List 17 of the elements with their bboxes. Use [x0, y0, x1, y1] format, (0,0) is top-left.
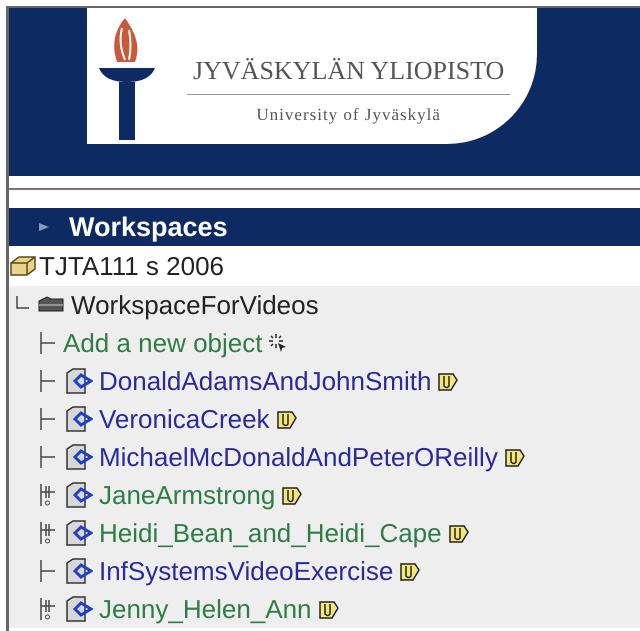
tree-node[interactable]: TJTA111 s 2006	[39, 250, 224, 282]
triangle-icon	[39, 222, 49, 232]
tree-node[interactable]: DonaldAdamsAndJohnSmith	[99, 366, 432, 396]
tree-node[interactable]: InfSystemsVideoExercise	[99, 556, 394, 586]
add-object-link[interactable]: Add a new object	[63, 328, 262, 358]
package-icon	[9, 255, 37, 277]
university-name: JYVÄSKYLÄN YLIOPISTO	[187, 56, 510, 95]
tree-node[interactable]: VeronicaCreek	[99, 404, 270, 434]
sparkle-icon	[268, 333, 288, 353]
tree-node[interactable]: MichaelMcDonaldAndPeterOReilly	[99, 442, 498, 472]
tree-node[interactable]: JaneArmstrong	[99, 480, 276, 510]
tree-connector	[39, 330, 57, 356]
tree-node[interactable]: Heidi_Bean_and_Heidi_Cape	[99, 518, 442, 548]
section-title: Workspaces	[69, 212, 228, 242]
tree-node[interactable]: Jenny_Helen_Ann	[99, 594, 312, 624]
tree-node[interactable]: WorkspaceForVideos	[71, 290, 319, 320]
university-name-english: University of Jyväskylä	[256, 105, 441, 125]
